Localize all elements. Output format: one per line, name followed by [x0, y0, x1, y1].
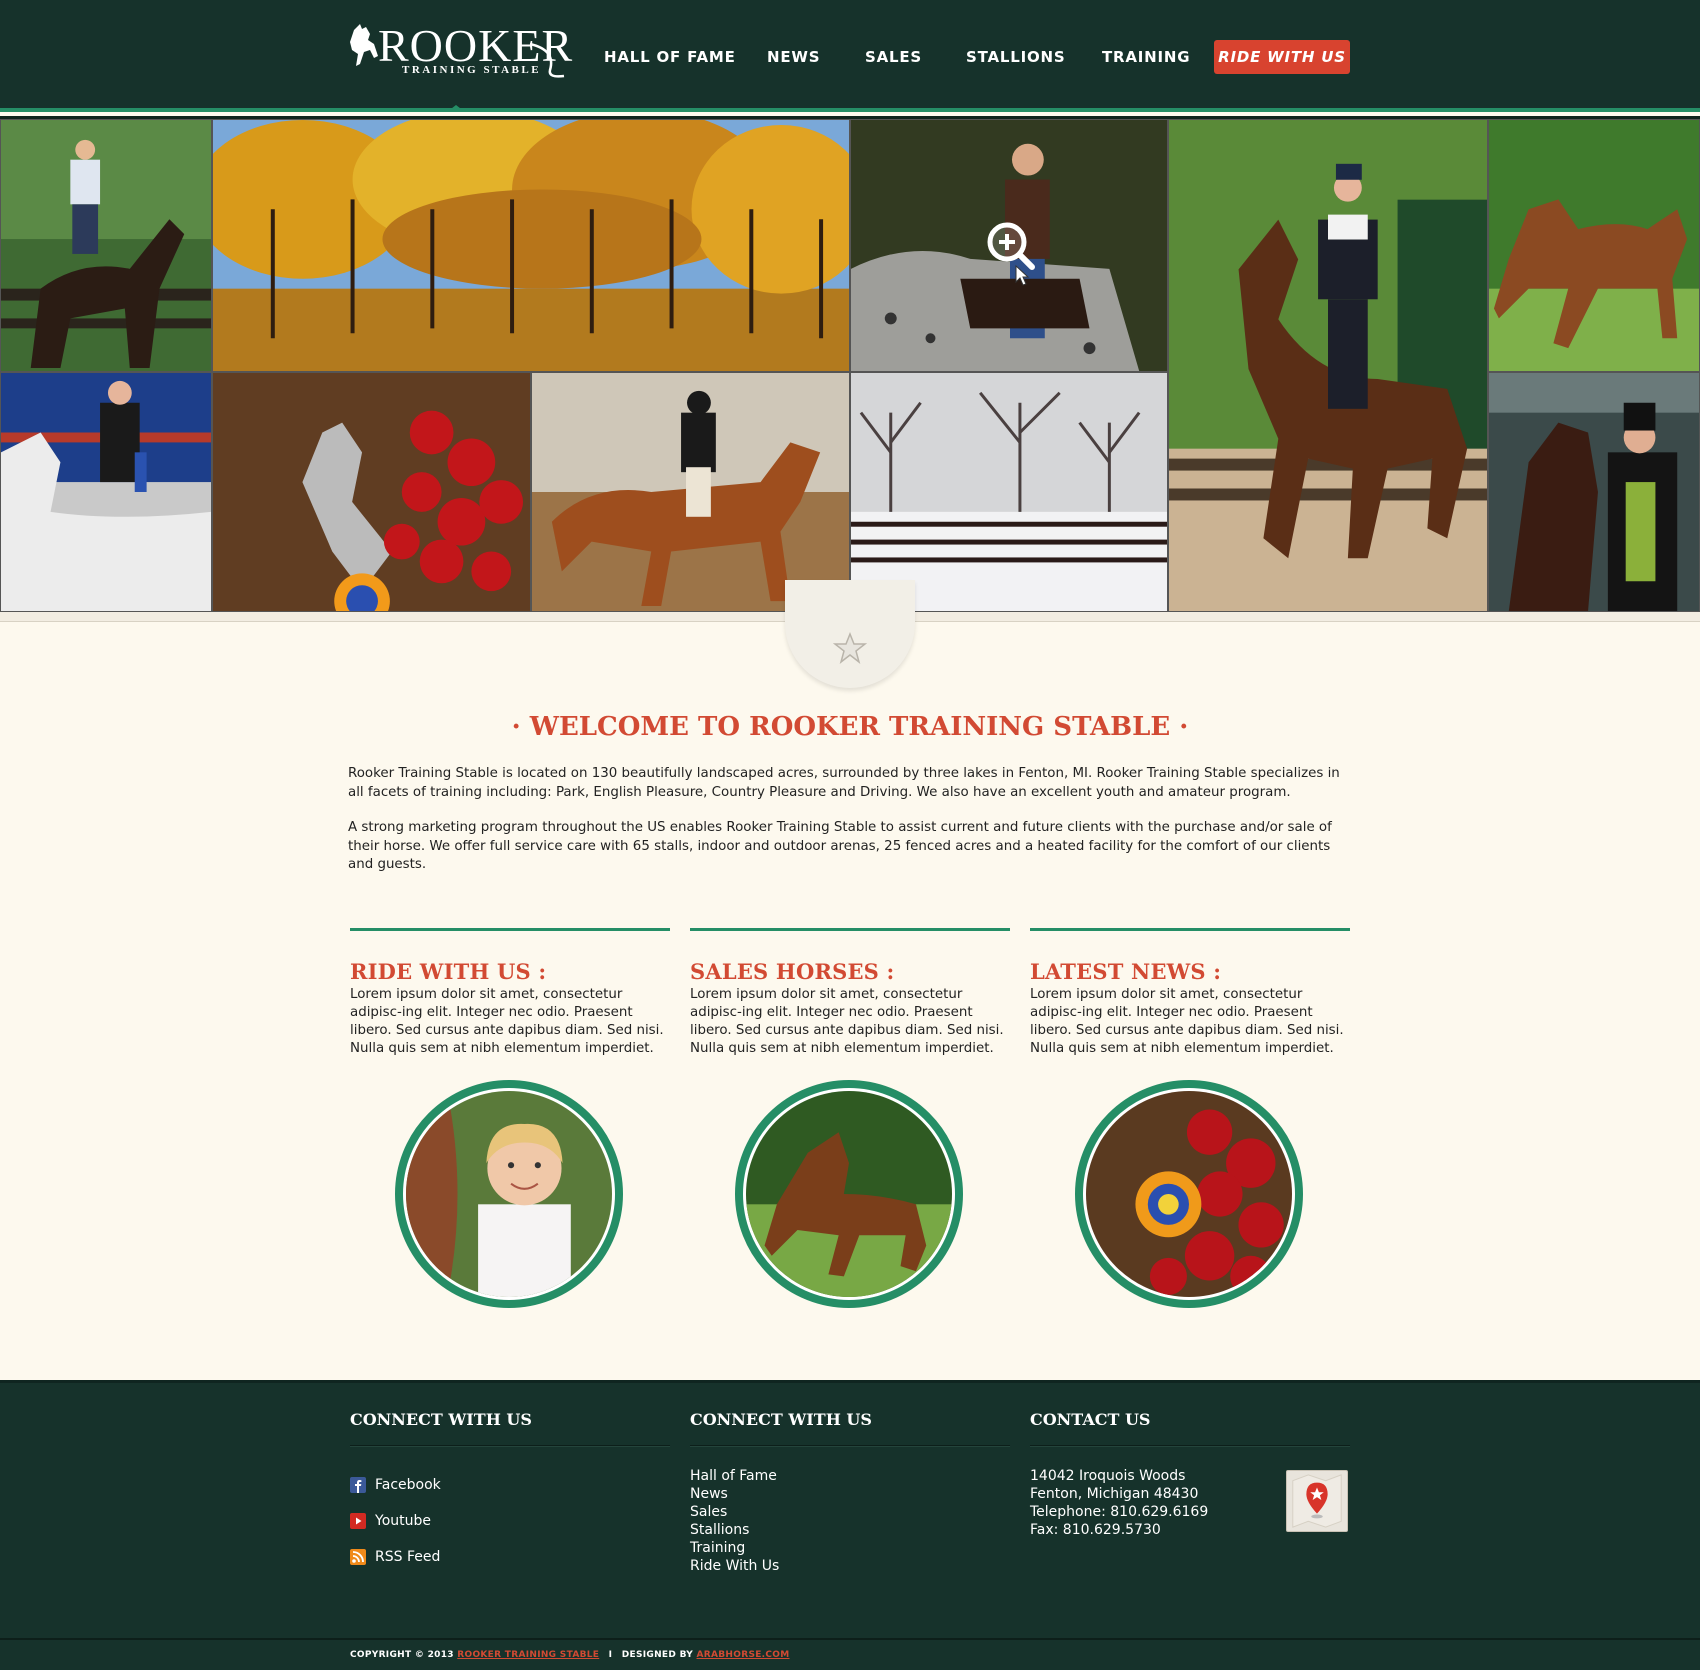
feature-title[interactable]: LATEST NEWS :: [1030, 959, 1350, 984]
footer-column-title: CONNECT WITH US: [350, 1410, 532, 1429]
feature-divider: [690, 928, 1010, 931]
footer-link-news[interactable]: News: [690, 1485, 1010, 1503]
gallery-tile-rider-arena[interactable]: [531, 372, 850, 612]
feature-sales-horses: SALES HORSES : Lorem ipsum dolor sit ame…: [690, 928, 1010, 1058]
gallery-tile-rider-white-horse[interactable]: [0, 372, 212, 612]
feature-latest-news: LATEST NEWS : Lorem ipsum dolor sit amet…: [1030, 928, 1350, 1058]
gallery-tile-statue-roses[interactable]: [212, 372, 531, 612]
gallery-tile-formal-rider[interactable]: [1488, 372, 1700, 612]
feature-text: Lorem ipsum dolor sit amet, consectetur …: [1030, 987, 1344, 1056]
footer-column-title: CONNECT WITH US: [690, 1410, 872, 1429]
nav-news[interactable]: NEWS: [767, 48, 820, 66]
welcome-paragraph-1: Rooker Training Stable is located on 130…: [348, 766, 1340, 800]
footer-divider: [350, 1445, 670, 1447]
youtube-link[interactable]: Youtube: [350, 1503, 670, 1539]
feature-image-horse[interactable]: [735, 1080, 963, 1308]
logo-subtitle: TRAINING STABLE: [402, 64, 542, 76]
copyright-text: COPYRIGHT © 2013 ROOKER TRAINING STABLE …: [350, 1650, 790, 1660]
copyright-company-link[interactable]: ROOKER TRAINING STABLE: [457, 1650, 599, 1660]
facebook-icon: [350, 1477, 366, 1493]
nav-stallions[interactable]: STALLIONS: [966, 48, 1066, 66]
gallery-tile-snowy-field[interactable]: [850, 372, 1168, 612]
star-icon: [833, 632, 867, 664]
active-nav-caret-icon: [447, 105, 465, 112]
copyright-separator: I: [608, 1650, 613, 1660]
copyright-prefix: COPYRIGHT © 2013: [350, 1650, 454, 1660]
horse-logo-icon: [350, 24, 378, 66]
footer-divider: [1030, 1445, 1350, 1447]
footer-link-ride-with-us[interactable]: Ride With Us: [690, 1557, 1010, 1575]
site-header: ROOKER TRAINING STABLE HALL OF FAME NEWS…: [0, 0, 1700, 112]
footer-links-column: CONNECT WITH US Hall of Fame News Sales …: [690, 1410, 1010, 1575]
feature-image-girl[interactable]: [395, 1080, 623, 1308]
rss-link[interactable]: RSS Feed: [350, 1539, 670, 1575]
footer-link-training[interactable]: Training: [690, 1539, 1010, 1557]
facebook-link[interactable]: Facebook: [350, 1467, 670, 1503]
footer-divider: [690, 1445, 1010, 1447]
footer-social-column: CONNECT WITH US Facebook Youtube RSS Fee…: [350, 1410, 670, 1575]
rss-icon: [350, 1549, 366, 1565]
copyright-bar: COPYRIGHT © 2013 ROOKER TRAINING STABLE …: [0, 1638, 1700, 1670]
gallery-tile-rider-dark-horse[interactable]: [0, 119, 212, 372]
welcome-paragraph-2: A strong marketing program throughout th…: [348, 820, 1332, 872]
photo-gallery: [0, 119, 1700, 612]
youtube-label: Youtube: [375, 1513, 431, 1529]
site-logo[interactable]: ROOKER TRAINING STABLE: [348, 20, 572, 82]
rss-label: RSS Feed: [375, 1549, 441, 1565]
site-footer: CONNECT WITH US Facebook Youtube RSS Fee…: [0, 1380, 1700, 1638]
feature-ride-with-us: RIDE WITH US : Lorem ipsum dolor sit ame…: [350, 928, 670, 1058]
map-pin-icon[interactable]: [1286, 1470, 1348, 1532]
footer-link-sales[interactable]: Sales: [690, 1503, 1010, 1521]
zoom-in-icon[interactable]: [985, 220, 1035, 286]
feature-title[interactable]: RIDE WITH US :: [350, 959, 670, 984]
welcome-title: · WELCOME TO ROOKER TRAINING STABLE ·: [511, 712, 1189, 742]
nav-training[interactable]: TRAINING: [1102, 48, 1190, 66]
footer-link-hall-of-fame[interactable]: Hall of Fame: [690, 1467, 1010, 1485]
ride-with-us-button[interactable]: RIDE WITH US: [1214, 40, 1350, 74]
footer-link-stallions[interactable]: Stallions: [690, 1521, 1010, 1539]
facebook-label: Facebook: [375, 1477, 441, 1493]
designed-by-label: DESIGNED BY: [621, 1650, 694, 1660]
feature-image-roses[interactable]: [1075, 1080, 1303, 1308]
feature-text: Lorem ipsum dolor sit amet, consectetur …: [350, 987, 664, 1056]
gallery-tile-autumn-trees[interactable]: [212, 119, 850, 372]
feature-divider: [350, 928, 670, 931]
gallery-tile-rider-bay-horse[interactable]: [1168, 119, 1488, 612]
footer-column-title: CONTACT US: [1030, 1410, 1151, 1429]
youtube-icon: [350, 1513, 366, 1529]
nav-sales[interactable]: SALES: [865, 48, 922, 66]
feature-divider: [1030, 928, 1350, 931]
gallery-tile-chestnut-pasture[interactable]: [1488, 119, 1700, 372]
nav-hall-of-fame[interactable]: HALL OF FAME: [604, 48, 736, 66]
section-badge: [785, 580, 915, 688]
feature-text: Lorem ipsum dolor sit amet, consectetur …: [690, 987, 1004, 1056]
designer-link[interactable]: ARABHORSE.COM: [697, 1650, 790, 1660]
feature-title[interactable]: SALES HORSES :: [690, 959, 1010, 984]
